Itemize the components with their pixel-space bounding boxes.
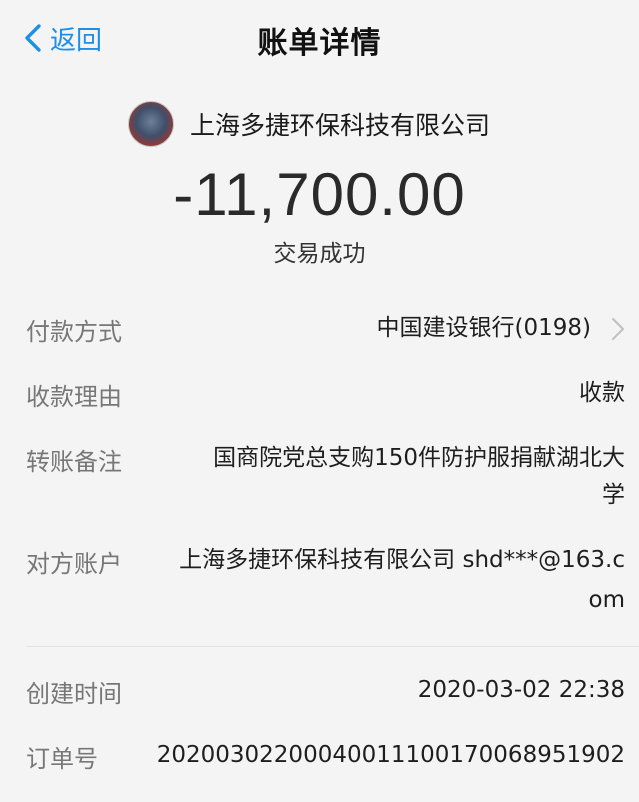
reason-label: 收款理由 — [26, 383, 122, 411]
order-number-row: 订单号 20200302200040011100170068951902 — [0, 737, 639, 777]
reason-row: 收款理由 收款 — [0, 375, 639, 415]
note-label: 转账备注 — [26, 448, 122, 476]
nav-bar: 返回 账单详情 — [0, 0, 639, 78]
counterparty-row: 对方账户 上海多捷环保科技有限公司 shd***@163.c om — [0, 542, 639, 622]
chevron-right-icon — [611, 317, 625, 341]
counterparty-value-line1: 上海多捷环保科技有限公司 shd***@163.c — [179, 547, 625, 573]
counterparty-label: 对方账户 — [26, 550, 122, 578]
section-divider — [26, 646, 639, 647]
created-time-label: 创建时间 — [26, 680, 122, 708]
payee-name: 上海多捷环保科技有限公司 — [190, 111, 491, 140]
counterparty-value-line2: om — [588, 587, 625, 613]
order-number-value: 20200302200040011100170068951902 — [156, 742, 625, 768]
payment-method-value: 中国建设银行(0198) — [376, 315, 591, 341]
order-number-label: 订单号 — [26, 745, 98, 773]
payment-method-label: 付款方式 — [26, 318, 122, 346]
avatar — [128, 101, 174, 147]
note-row: 转账备注 国商院党总支购150件防护服捐献湖北大 学 — [0, 440, 639, 520]
created-time-value: 2020-03-02 22:38 — [417, 677, 625, 703]
transaction-status: 交易成功 — [273, 241, 366, 267]
created-time-row: 创建时间 2020-03-02 22:38 — [0, 672, 639, 712]
note-value-line1: 国商院党总支购150件防护服捐献湖北大 — [213, 445, 625, 471]
payment-method-row[interactable]: 付款方式 中国建设银行(0198) — [0, 310, 639, 350]
transaction-amount: -11,700.00 — [173, 161, 466, 228]
bill-detail-page: 返回 账单详情 上海多捷环保科技有限公司 -11,700.00 交易成功 付款方… — [0, 0, 639, 802]
page-title: 账单详情 — [257, 26, 382, 61]
reason-value: 收款 — [579, 380, 625, 406]
payee-header: 上海多捷环保科技有限公司 — [128, 100, 490, 148]
note-value-line2: 学 — [602, 482, 625, 508]
